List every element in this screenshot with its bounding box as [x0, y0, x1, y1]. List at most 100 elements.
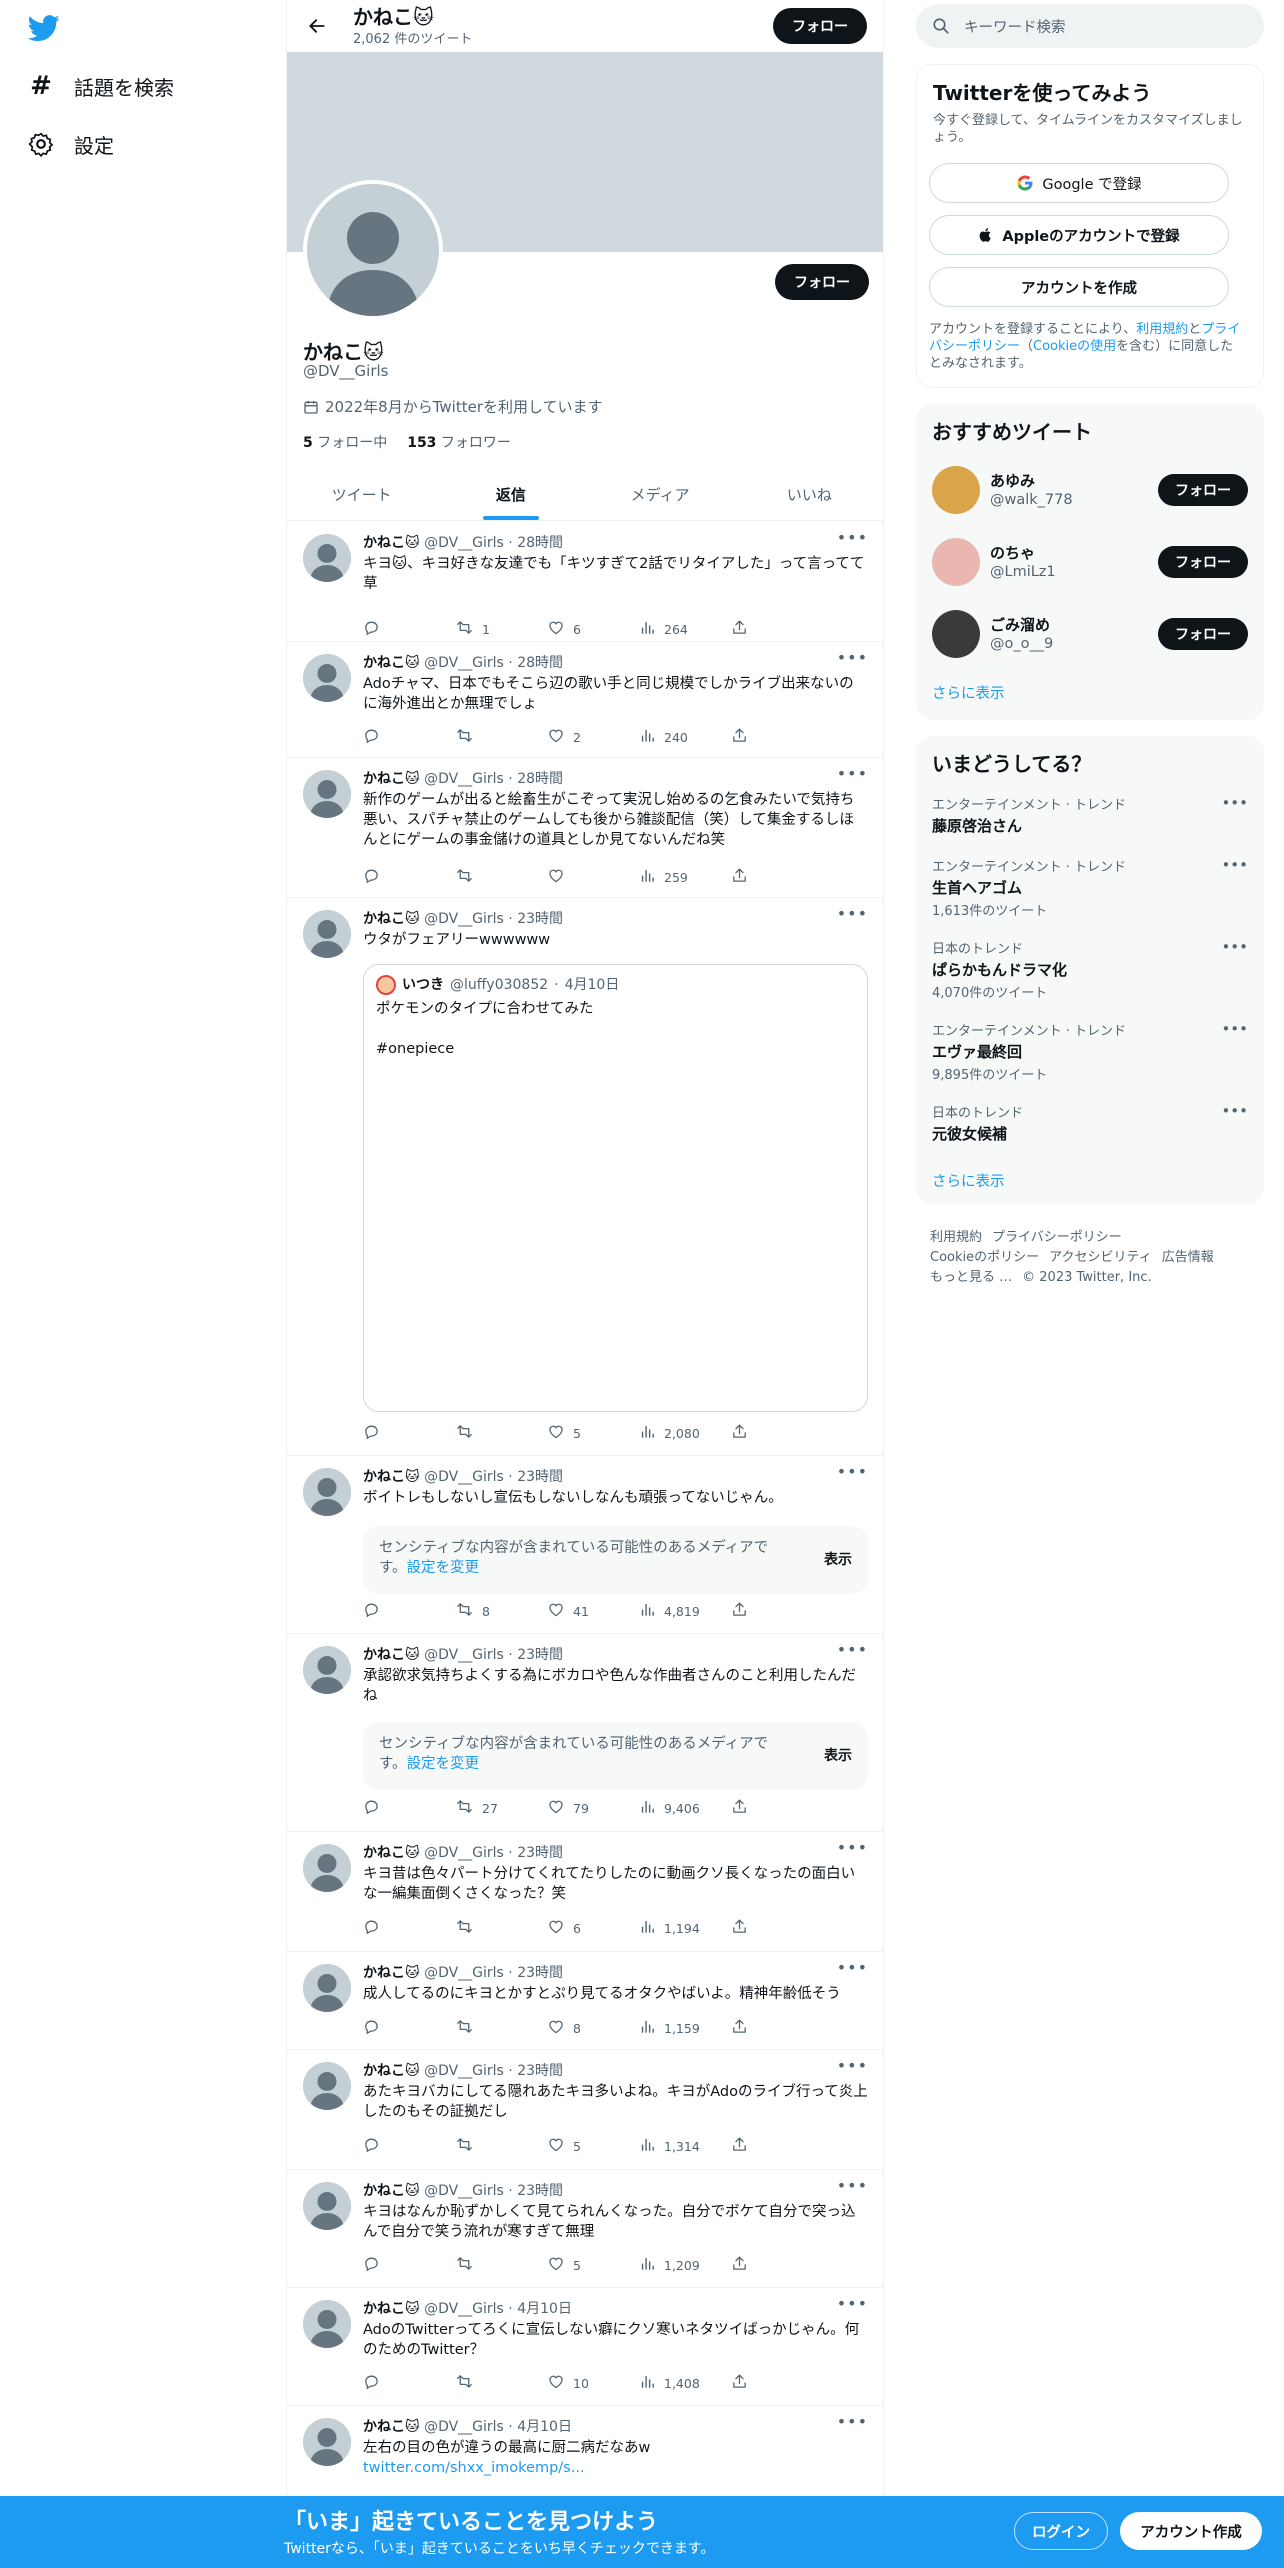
tweet-link[interactable]: twitter.com/shxx_imokemp/s... — [363, 2460, 585, 2476]
share-button[interactable] — [731, 2255, 771, 2275]
tweet[interactable]: かねこ🐱 @DV__Girls · 28時間 ••• 新作のゲームが出ると絵畜生がこ… — [287, 758, 883, 898]
reply-button[interactable] — [363, 1798, 455, 1818]
tweet-author-handle[interactable]: @DV__Girls — [424, 2419, 504, 2435]
google-signup-button[interactable]: Google で登録 — [929, 163, 1229, 203]
tweet-time[interactable]: 23時間 — [517, 1647, 563, 1663]
more-options-icon[interactable]: ••• — [837, 1640, 868, 1659]
views-button[interactable]: 2,080 — [639, 1423, 731, 1443]
like-button[interactable]: 5 — [547, 2255, 639, 2275]
tab-media[interactable]: メディア — [586, 468, 735, 520]
views-button[interactable]: 1,209 — [639, 2255, 731, 2275]
tweet[interactable]: かねこ🐱 @DV__Girls · 4月10日 ••• 左右の目の色が違うの最高に厨… — [287, 2406, 883, 2506]
tweet-avatar[interactable] — [303, 1468, 351, 1516]
tweet-author-name[interactable]: かねこ🐱 — [363, 2419, 420, 2435]
views-button[interactable]: 1,159 — [639, 2018, 731, 2038]
apple-signup-button[interactable]: Appleのアカウントで登録 — [929, 215, 1229, 255]
views-button[interactable]: 1,314 — [639, 2136, 731, 2156]
tweet-time[interactable]: 23時間 — [517, 911, 563, 927]
more-options-icon[interactable]: ••• — [837, 1838, 868, 1857]
reply-button[interactable] — [363, 2373, 455, 2393]
tweet-author-name[interactable]: かねこ🐱 — [363, 2063, 420, 2079]
trends-more-link[interactable]: さらに表示 — [932, 1170, 1005, 1191]
footer-accessibility[interactable]: アクセシビリティ — [1049, 1250, 1152, 1265]
recommended-avatar[interactable] — [932, 610, 980, 658]
search-box[interactable]: キーワード検索 — [916, 4, 1264, 48]
more-options-icon[interactable]: ••• — [837, 2176, 868, 2195]
more-options-icon[interactable]: ••• — [837, 2412, 868, 2431]
tweet-time[interactable]: 23時間 — [517, 1845, 563, 1861]
tweet-avatar[interactable] — [303, 1844, 351, 1892]
tweet-author-name[interactable]: かねこ🐱 — [363, 2301, 420, 2317]
retweet-button[interactable] — [455, 2373, 547, 2393]
tweet-avatar[interactable] — [303, 2062, 351, 2110]
tweet-author-handle[interactable]: @DV__Girls — [424, 535, 504, 551]
more-options-icon[interactable]: ••• — [837, 648, 868, 667]
footer-terms[interactable]: 利用規約 — [930, 1230, 982, 1245]
more-options-icon[interactable]: ••• — [837, 528, 868, 547]
share-button[interactable] — [731, 1918, 771, 1938]
more-options-icon[interactable]: ••• — [837, 764, 868, 783]
reply-button[interactable] — [363, 2018, 455, 2038]
share-button[interactable] — [731, 2018, 771, 2038]
recommended-follow-button[interactable]: フォロー — [1158, 618, 1248, 650]
reply-button[interactable] — [363, 727, 455, 747]
trend-more-icon[interactable]: ••• — [1221, 856, 1248, 874]
recommended-avatar[interactable] — [932, 466, 980, 514]
reply-button[interactable] — [363, 1918, 455, 1938]
like-button[interactable]: 10 — [547, 2373, 639, 2393]
share-button[interactable] — [731, 1601, 771, 1621]
quoted-tweet[interactable]: いつき @luffy030852 · 4月10日 ポケモンのタイプに合わせてみた #one… — [363, 964, 868, 1412]
views-button[interactable]: 240 — [639, 727, 731, 747]
trend-more-icon[interactable]: ••• — [1221, 938, 1248, 956]
more-options-icon[interactable]: ••• — [837, 2056, 868, 2075]
trend-item[interactable]: エンターテインメント · トレンド エヴァ最終回 9,895件のツイート ••• — [932, 1020, 1248, 1083]
recommended-name[interactable]: あゆみ — [990, 470, 1035, 491]
tweet[interactable]: かねこ🐱 @DV__Girls · 23時間 ••• キヨ昔は色々パート分けてくれて… — [287, 1832, 883, 1952]
recommended-name[interactable]: のちゃ — [990, 542, 1035, 563]
more-options-icon[interactable]: ••• — [837, 904, 868, 923]
trend-item[interactable]: 日本のトレンド 元彼女候補 ••• — [932, 1102, 1248, 1144]
twitter-logo-icon[interactable] — [28, 12, 60, 44]
trend-item[interactable]: エンターテインメント · トレンド 藤原啓治さん ••• — [932, 794, 1248, 836]
profile-follow-button[interactable]: フォロー — [775, 264, 869, 300]
tweet[interactable]: かねこ🐱 @DV__Girls · 23時間 ••• 承認欲求気持ちよくする為にボカ… — [287, 1634, 883, 1832]
tweet-avatar[interactable] — [303, 2418, 351, 2466]
like-button[interactable]: 2 — [547, 727, 639, 747]
like-button[interactable]: 79 — [547, 1798, 639, 1818]
trend-item[interactable]: 日本のトレンド ぱらかもんドラマ化 4,070件のツイート ••• — [932, 938, 1248, 1001]
tweet-time[interactable]: 23時間 — [517, 1469, 563, 1485]
recommended-user[interactable]: あゆみ @walk_778 フォロー — [932, 462, 1248, 518]
tweet-author-handle[interactable]: @DV__Girls — [424, 2063, 504, 2079]
tweet-author-handle[interactable]: @DV__Girls — [424, 911, 504, 927]
trend-more-icon[interactable]: ••• — [1221, 1020, 1248, 1038]
like-button[interactable]: 6 — [547, 1918, 639, 1938]
tweet-author-name[interactable]: かねこ🐱 — [363, 911, 420, 927]
tweet-time[interactable]: 23時間 — [517, 1965, 563, 1981]
tweet-author-handle[interactable]: @DV__Girls — [424, 1647, 504, 1663]
share-button[interactable] — [731, 619, 771, 639]
like-button[interactable]: 5 — [547, 2136, 639, 2156]
tweet-avatar[interactable] — [303, 1646, 351, 1694]
share-button[interactable] — [731, 727, 771, 747]
tweet[interactable]: かねこ🐱 @DV__Girls · 23時間 ••• あたキヨバカにしてる隠れあたキ… — [287, 2050, 883, 2170]
tweet-avatar[interactable] — [303, 910, 351, 958]
tweet-avatar[interactable] — [303, 654, 351, 702]
retweet-button[interactable] — [455, 867, 547, 887]
footer-more[interactable]: もっと見る … — [930, 1270, 1012, 1285]
footer-ads[interactable]: 広告情報 — [1162, 1250, 1214, 1265]
followers-link[interactable]: 153 フォロワー — [407, 432, 511, 452]
retweet-button[interactable] — [455, 2136, 547, 2156]
tweet-author-handle[interactable]: @DV__Girls — [424, 1469, 504, 1485]
retweet-button[interactable] — [455, 727, 547, 747]
tab-replies[interactable]: 返信 — [436, 468, 585, 520]
share-button[interactable] — [731, 867, 771, 887]
tweet-time[interactable]: 28時間 — [517, 535, 563, 551]
tweet[interactable]: かねこ🐱 @DV__Girls · 23時間 ••• キヨはなんか恥ずかしくて見てら… — [287, 2170, 883, 2288]
tweet-avatar[interactable] — [303, 2300, 351, 2348]
recommended-more-link[interactable]: さらに表示 — [932, 682, 1005, 703]
trend-more-icon[interactable]: ••• — [1221, 794, 1248, 812]
tweet-author-handle[interactable]: @DV__Girls — [424, 771, 504, 787]
views-button[interactable]: 259 — [639, 867, 731, 887]
tab-tweets[interactable]: ツイート — [287, 468, 436, 520]
search-input[interactable]: キーワード検索 — [964, 16, 1066, 37]
